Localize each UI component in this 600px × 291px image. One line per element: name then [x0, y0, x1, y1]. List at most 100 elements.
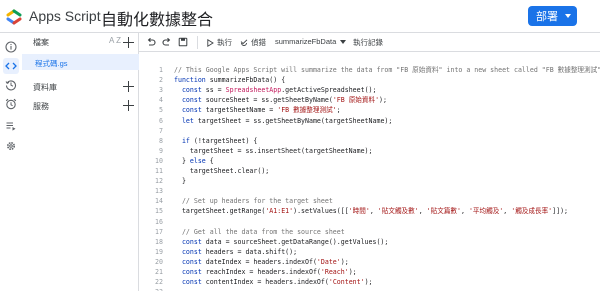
code-text: // Get all the data from the source shee…	[174, 228, 345, 237]
code-text: function summarizeFbData() {	[174, 76, 285, 85]
code-token: targetSheet.getRange(	[174, 207, 266, 216]
line-number: 4	[159, 96, 163, 105]
code-token: ,	[460, 207, 469, 216]
run-button[interactable]: 執行	[207, 37, 232, 48]
code-text: const targetSheetName = 'FB 數據整理測試';	[174, 106, 341, 115]
code-line[interactable]: 18 const data = sourceSheet.getDataRange…	[139, 238, 600, 247]
history-button[interactable]	[3, 77, 19, 93]
code-line[interactable]: 10 } else {	[139, 157, 600, 166]
code-token: const	[174, 278, 206, 287]
line-number: 8	[159, 136, 163, 145]
save-button[interactable]	[178, 37, 188, 47]
line-number: 5	[159, 106, 163, 115]
code-token: '貼文篇數'	[426, 207, 461, 216]
code-token: ,	[369, 207, 378, 216]
line-number: 15	[155, 207, 163, 216]
code-line[interactable]: 20 const dateIndex = headers.indexOf('Da…	[139, 258, 600, 267]
code-token: dateIndex = headers.indexOf(	[205, 257, 317, 266]
line-number: 3	[159, 86, 163, 95]
file-item[interactable]: 程式碼.gs	[22, 54, 139, 70]
executions-button[interactable]	[3, 118, 19, 134]
code-text: const ss = SpreadsheetApp.getActiveSprea…	[174, 86, 377, 95]
section-libraries[interactable]: 資料庫	[22, 77, 139, 95]
line-number: 11	[155, 167, 163, 175]
code-line[interactable]: 8 if (!targetSheet) {	[139, 137, 600, 146]
code-line[interactable]: 17 // Get all the data from the source s…	[139, 228, 600, 237]
line-number: 19	[155, 247, 163, 256]
code-line[interactable]: 2 function summarizeFbData() {	[139, 76, 600, 85]
code-line[interactable]: 19 const headers = data.shift();	[139, 248, 600, 257]
line-number: 7	[159, 126, 163, 135]
code-line[interactable]: 12 }	[139, 177, 600, 186]
line-number: 20	[155, 257, 163, 266]
function-select[interactable]: summarizeFbData	[275, 37, 347, 46]
code-text: const headers = data.shift();	[174, 248, 297, 257]
code-line[interactable]: 4 const sourceSheet = ss.getSheetByName(…	[139, 96, 600, 105]
triggers-button[interactable]	[3, 96, 19, 112]
code-token: const	[174, 247, 206, 256]
code-token: const	[174, 106, 206, 115]
line-number: 9	[159, 146, 163, 155]
code-token: '時間'	[348, 207, 370, 216]
code-text: const contentIndex = headers.indexOf('Co…	[174, 278, 373, 287]
redo-button[interactable]	[162, 37, 172, 47]
code-token: (!targetSheet) {	[193, 136, 258, 145]
code-token: {	[209, 156, 214, 165]
project-title[interactable]: 自動化數據整合	[101, 6, 213, 30]
code-line[interactable]: 22 const contentIndex = headers.indexOf(…	[139, 278, 600, 287]
code-token: 'A1:E1'	[265, 207, 294, 216]
undo-button[interactable]	[146, 37, 156, 47]
code-token: function	[174, 76, 210, 85]
code-token: else	[189, 156, 210, 165]
code-line[interactable]: 15 targetSheet.getRange('A1:E1').setValu…	[139, 207, 600, 216]
code-line[interactable]: 5 const targetSheetName = 'FB 數據整理測試';	[139, 106, 600, 115]
code-token: ;	[336, 106, 341, 115]
run-label: 執行	[217, 38, 232, 47]
sort-az-icon[interactable]: A Z	[109, 36, 121, 45]
editor-button[interactable]	[3, 58, 19, 74]
code-token: '觸及成長率'	[511, 207, 553, 216]
code-line[interactable]: 3 const ss = SpreadsheetApp.getActiveSpr…	[139, 86, 600, 95]
app-name: Apps Script	[29, 8, 101, 24]
line-number: 10	[155, 156, 163, 165]
code-line[interactable]: 13	[139, 187, 600, 196]
files-panel: 檔案 A Z 程式碼.gs 資料庫 服務	[22, 33, 139, 291]
deploy-button[interactable]: 部署	[528, 6, 577, 26]
code-token: );	[348, 268, 357, 276]
add-service-plus-icon[interactable]	[123, 100, 134, 111]
code-text: targetSheet.clear();	[174, 167, 269, 176]
code-token: );	[364, 278, 373, 287]
files-title: 檔案	[33, 38, 49, 47]
undo-icon	[147, 37, 156, 46]
debug-button[interactable]: 偵錯	[240, 37, 266, 48]
code-token: ss =	[205, 86, 226, 95]
line-number: 1	[159, 66, 163, 74]
code-line[interactable]: 1 // This Google Apps Script will summari…	[139, 66, 600, 75]
execution-log-button[interactable]: 執行記錄	[353, 37, 383, 48]
code-token: '平均觸及'	[468, 207, 504, 216]
code-text: const dateIndex = headers.indexOf('Date'…	[174, 258, 349, 267]
chevron-down-icon	[565, 14, 571, 18]
code-editor[interactable]: 1 // This Google Apps Script will summari…	[139, 60, 600, 291]
code-token: let	[174, 116, 198, 125]
section-services[interactable]: 服務	[22, 96, 139, 114]
deploy-label: 部署	[536, 11, 558, 23]
add-library-plus-icon[interactable]	[123, 81, 134, 92]
section-libraries-label: 資料庫	[33, 83, 57, 92]
redo-icon	[162, 37, 171, 46]
code-line[interactable]: 7	[139, 127, 600, 136]
code-line[interactable]: 6 let targetSheet = ss.getSheetByName(ta…	[139, 117, 600, 126]
code-token: // Get all the data from the source shee…	[174, 227, 345, 236]
code-line[interactable]: 14 // Set up headers for the target shee…	[139, 197, 600, 206]
code-line[interactable]: 11 targetSheet.clear();	[139, 167, 600, 176]
code-token: targetSheet = ss.insertSheet(targetSheet…	[174, 146, 373, 155]
code-line[interactable]: 16	[139, 218, 600, 227]
code-line[interactable]: 21 const reachIndex = headers.indexOf('R…	[139, 268, 600, 277]
apps-script-logo-icon[interactable]	[5, 8, 23, 26]
add-file-plus-icon[interactable]	[123, 37, 134, 48]
code-line[interactable]: 9 targetSheet = ss.insertSheet(targetShe…	[139, 147, 600, 156]
code-text: // This Google Apps Script will summariz…	[174, 66, 600, 75]
settings-button[interactable]	[3, 138, 19, 154]
code-token: const	[174, 96, 206, 105]
overview-button[interactable]	[3, 39, 19, 55]
